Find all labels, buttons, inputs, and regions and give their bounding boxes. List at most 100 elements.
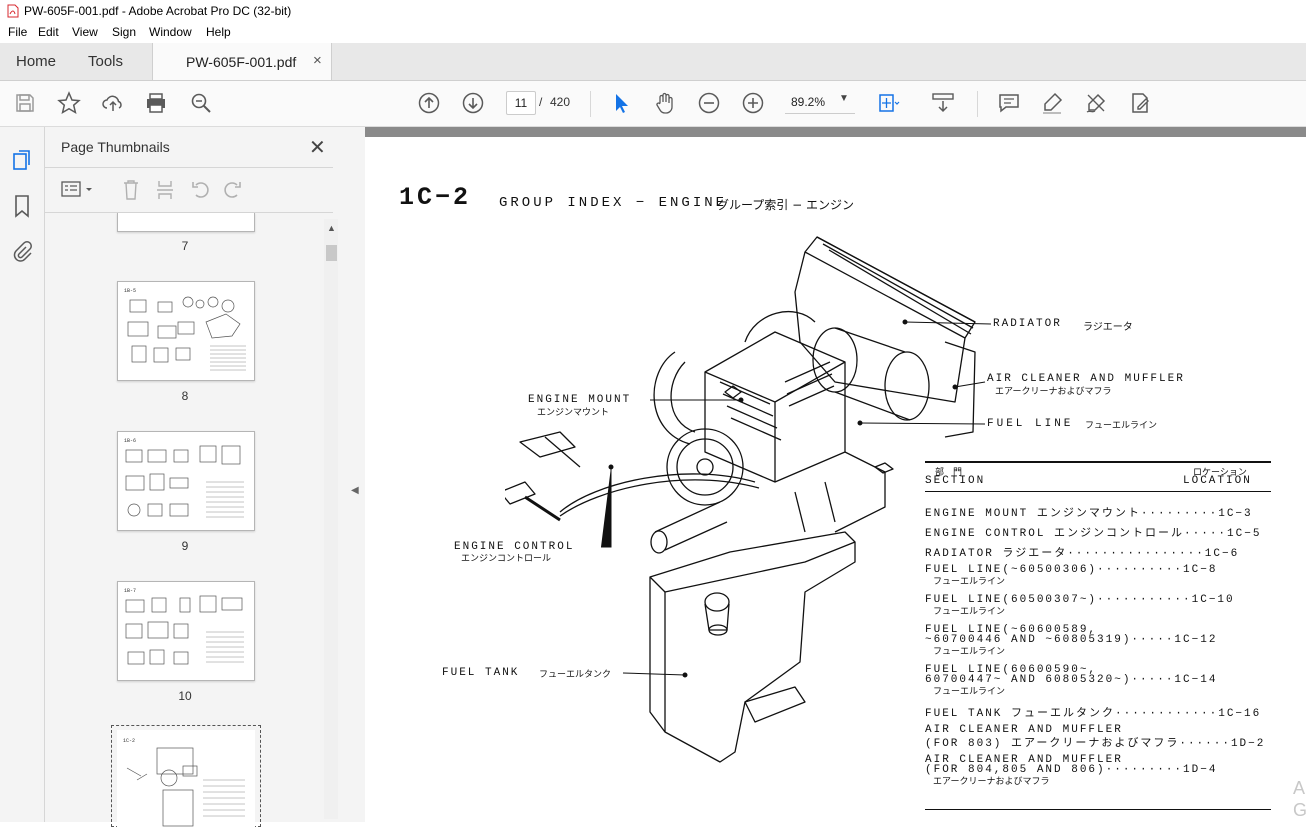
callout-engine-control-jp: エンジンコントロール: [461, 554, 552, 564]
toolbar-divider: [977, 91, 978, 117]
svg-text:1C-2: 1C-2: [123, 738, 135, 744]
scroll-mode-icon[interactable]: [931, 91, 955, 115]
callout-radiator-jp: ラジエータ: [1083, 322, 1133, 333]
star-icon[interactable]: [57, 91, 81, 115]
tab-close-icon[interactable]: ×: [313, 52, 322, 69]
comment-icon[interactable]: [997, 91, 1021, 115]
index-location-header: LOCATION: [1183, 475, 1252, 487]
zoom-out-icon[interactable]: [697, 91, 721, 115]
callout-fuel-tank: FUEL TANK: [442, 667, 520, 679]
window-title: PW-605F-001.pdf - Adobe Acrobat Pro DC (…: [24, 4, 292, 18]
edit-pdf-icon[interactable]: [1128, 91, 1152, 115]
tab-tools[interactable]: Tools: [88, 53, 123, 70]
left-rail: [0, 127, 45, 822]
thumbnail-page-number: 7: [181, 239, 189, 253]
page-total: 420: [550, 95, 571, 109]
index-row: RADIATOR ラジエータ················1C−6: [925, 548, 1240, 560]
menu-help[interactable]: Help: [206, 25, 231, 39]
select-cursor-icon[interactable]: [609, 91, 633, 115]
zoom-search-icon[interactable]: [189, 91, 213, 115]
svg-text:1B-6: 1B-6: [124, 438, 136, 444]
index-row: FUEL TANK フューエルタンク············1C−16: [925, 708, 1262, 720]
highlight-icon[interactable]: [1040, 91, 1064, 115]
index-row-sub: エアークリーナおよびマフラ: [933, 777, 1050, 787]
thumbnail-scrollbar[interactable]: [324, 219, 338, 819]
index-row: ENGINE CONTROL エンジンコントロール·····1C−5: [925, 528, 1262, 540]
index-row: ENGINE MOUNT エンジンマウント·········1C−3: [925, 508, 1253, 520]
extract-page-icon[interactable]: [155, 178, 175, 202]
callout-fuel-tank-jp: フューエルタンク: [539, 670, 612, 680]
save-icon[interactable]: [13, 91, 37, 115]
svg-text:1B-7: 1B-7: [124, 588, 136, 594]
rotate-left-icon[interactable]: [190, 179, 210, 201]
callout-radiator: RADIATOR: [993, 318, 1062, 330]
delete-page-icon[interactable]: [121, 178, 141, 202]
upload-icon[interactable]: [101, 91, 125, 115]
title-bar: PW-605F-001.pdf - Adobe Acrobat Pro DC (…: [0, 0, 1306, 23]
menu-bar: File Edit View Sign Window Help: [0, 22, 1306, 43]
menu-file[interactable]: File: [8, 25, 27, 39]
selected-page-thumbnail[interactable]: 1C-2: [111, 725, 261, 828]
scroll-up-icon[interactable]: ▲: [327, 223, 336, 233]
page-number-input[interactable]: 11: [506, 91, 536, 115]
panel-title: Page Thumbnails: [61, 139, 170, 155]
tab-document-label: PW-605F-001.pdf: [186, 54, 297, 70]
activation-watermark: A G: [1293, 778, 1306, 820]
menu-sign[interactable]: Sign: [112, 25, 136, 39]
callout-fuel-line: FUEL LINE: [987, 418, 1074, 430]
page-up-icon[interactable]: [417, 91, 441, 115]
acrobat-app-icon: [7, 4, 19, 18]
index-section-header: SECTION: [925, 475, 986, 487]
attachment-icon[interactable]: [11, 239, 33, 263]
index-row-cont: (FOR 803) エアークリーナおよびマフラ······1D−2: [925, 738, 1266, 750]
rotate-right-icon[interactable]: [223, 179, 243, 201]
index-row-sub: フューエルライン: [933, 577, 1006, 587]
index-row-sub: フューエルライン: [933, 647, 1006, 657]
index-top-rule: [925, 461, 1271, 463]
collapse-arrow-icon: ◀: [351, 485, 359, 496]
chevron-down-icon: ▼: [839, 93, 849, 104]
page-top-edge: [365, 127, 1306, 137]
panel-collapse-handle[interactable]: ◀: [345, 127, 365, 822]
thumbnail-page-number: 8: [181, 389, 189, 403]
sign-icon[interactable]: [1084, 91, 1108, 115]
fit-page-icon[interactable]: [876, 91, 900, 115]
thumbnail-page-number: 10: [178, 689, 192, 703]
page-thumbnail[interactable]: 1B-6: [117, 431, 255, 531]
menu-view[interactable]: View: [72, 25, 98, 39]
tab-bar: Home Tools PW-605F-001.pdf ×: [0, 43, 1306, 81]
index-row-sub: フューエルライン: [933, 607, 1006, 617]
print-icon[interactable]: [144, 91, 168, 115]
main-toolbar: 11 / 420 89.2% ▼: [0, 81, 1306, 127]
callout-engine-mount-jp: エンジンマウント: [537, 408, 610, 418]
tab-document[interactable]: PW-605F-001.pdf ×: [152, 43, 332, 80]
zoom-level-select[interactable]: 89.2% ▼: [785, 91, 855, 114]
thumbnail-tools: [45, 167, 333, 213]
page-thumbnail[interactable]: 1B-7: [117, 581, 255, 681]
thumbnail-options-icon[interactable]: [61, 180, 95, 200]
pdf-page: 1C−2 GROUP INDEX − ENGINE グループ索引 − エンジン: [365, 137, 1306, 822]
callout-air-cleaner-jp: エアークリーナおよびマフラ: [995, 387, 1112, 397]
menu-window[interactable]: Window: [149, 25, 192, 39]
page-thumbnail[interactable]: 1B-5: [117, 281, 255, 381]
index-header-rule: [925, 491, 1271, 492]
page-down-icon[interactable]: [461, 91, 485, 115]
thumbnail-page-number: 9: [181, 539, 189, 553]
bookmark-icon[interactable]: [12, 194, 32, 218]
page-separator: /: [539, 95, 543, 109]
menu-edit[interactable]: Edit: [38, 25, 59, 39]
callout-fuel-line-jp: フューエルライン: [1085, 421, 1158, 431]
tab-home[interactable]: Home: [16, 53, 56, 70]
toolbar-divider: [590, 91, 591, 117]
index-bottom-rule: [925, 809, 1271, 810]
index-row-sub: フューエルライン: [933, 687, 1006, 697]
zoom-level-value: 89.2%: [791, 95, 826, 109]
page-thumbnails-icon[interactable]: [11, 147, 35, 173]
hand-icon[interactable]: [653, 91, 677, 115]
page-thumbnail[interactable]: [117, 213, 255, 232]
page-thumbnails-panel: Page Thumbnails ✕ 7 1B-5 8 1B-6 9 1B-7 1…: [45, 127, 346, 828]
panel-close-icon[interactable]: ✕: [309, 135, 326, 160]
scrollbar-thumb[interactable]: [326, 245, 337, 261]
zoom-in-icon[interactable]: [741, 91, 765, 115]
svg-text:1B-5: 1B-5: [124, 288, 136, 294]
